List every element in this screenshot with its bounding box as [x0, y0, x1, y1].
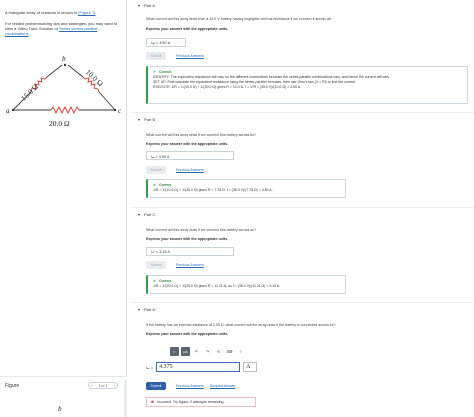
parts-panel: ▾ Part A What current will this array dr… [130, 0, 474, 417]
chevron-left-icon[interactable]: ‹ [91, 384, 92, 388]
figure-preview-label: b [58, 405, 62, 413]
check-icon: ✔ [153, 70, 156, 74]
part-d-submit-button[interactable]: Submit [146, 382, 166, 390]
reset-icon[interactable]: ⟲ [214, 347, 223, 356]
part-d-input-row: Iₘ = 4.375 A [146, 362, 258, 372]
part-d-feedback-text: Incorrect; Try Again; 2 attempts remaini… [157, 400, 224, 404]
part-d-previous-answers-link[interactable]: Previous Answers [176, 384, 204, 388]
part-b-submit-button[interactable]: Submit [146, 166, 166, 174]
divider [130, 302, 474, 303]
part-c-feedback-title: Correct [158, 279, 172, 283]
wire-b-right [67, 64, 84, 78]
wire-c-right [98, 91, 116, 111]
resistor-figure: a b c 15.0 Ω 10.0 Ω 20.0 Ω [5, 55, 127, 134]
pager-text: 1 of 1 [98, 383, 108, 388]
part-b-feedback: ✔ Correct 1/R = 1/(10.0 Ω) + 1/(35.0 Ω) g… [146, 179, 346, 198]
check-icon: ✔ [153, 279, 156, 283]
part-d-instruction: Express your answer with the appropriate… [146, 332, 229, 336]
part-b-question: What current will this array draw if we … [146, 133, 257, 137]
part-c-question: What current will this array draw if we … [146, 228, 257, 232]
part-b-answer: Iₘ = 4.50 A [146, 151, 234, 160]
label-b: b [62, 56, 66, 63]
part-b-feedback-title: Correct [158, 183, 172, 187]
label-a: a [6, 107, 10, 115]
label-c: c [118, 107, 122, 115]
resistor-ac [50, 105, 80, 115]
part-c-header[interactable]: ▾ Part C [138, 212, 155, 217]
part-d-header[interactable]: ▾ Part D [138, 307, 155, 312]
part-d-feedback: ✖ Incorrect; Try Again; 2 attempts remai… [146, 397, 256, 407]
part-b-instruction: Express your answer with the appropriate… [146, 142, 229, 146]
part-a-question: What current will this array draw from a… [146, 17, 332, 21]
caret-down-icon: ▾ [138, 212, 141, 217]
problem-panel: A triangular array of resistors is shown… [0, 0, 127, 417]
part-d-input-label: Iₘ = [146, 364, 154, 370]
scrollbar[interactable] [124, 380, 127, 417]
part-a-previous-answers-link[interactable]: Previous Answers [176, 54, 204, 58]
part-b-header[interactable]: ▾ Part B [138, 117, 155, 122]
templates-button[interactable]: ▪▫ [170, 347, 179, 356]
part-b-title: Part B [144, 117, 156, 122]
node-c [113, 108, 117, 112]
node-a [11, 108, 15, 112]
part-d-value-input[interactable]: 4.375 [156, 362, 241, 372]
part-a-submit-button[interactable]: Submit [146, 52, 166, 60]
part-d-question: If the battery has an internal resistanc… [146, 323, 336, 327]
undo-icon[interactable]: ↶ [192, 347, 201, 356]
node-b [63, 63, 67, 67]
problem-intro: A triangular array of resistors is shown… [5, 10, 121, 15]
figure-link[interactable]: (Figure 1) [78, 10, 95, 15]
part-c-feedback: ✔ Correct 1/R = 1/(20.0 Ω) + 1/(25.0 Ω) g… [146, 275, 346, 294]
part-a-feedback-title: Correct [158, 70, 172, 74]
part-c-solution: 1/R = 1/(20.0 Ω) + 1/(25.0 Ω) gives R = … [153, 284, 281, 288]
units-button[interactable]: μA [181, 347, 190, 356]
part-c-submit-button[interactable]: Submit [146, 261, 166, 269]
caret-down-icon: ▾ [138, 3, 141, 8]
intro-suffix: . [95, 10, 97, 15]
part-d-unit-input[interactable]: A [243, 362, 258, 372]
help-icon[interactable]: ? [236, 347, 245, 356]
caret-down-icon: ▾ [138, 307, 141, 312]
part-a-feedback: ✔ Correct IDENTIFY: The equivalent resist… [146, 66, 468, 104]
part-a-header[interactable]: ▾ Part A [138, 3, 155, 8]
part-c-previous-answers-link[interactable]: Previous Answers [176, 263, 204, 267]
part-c-answer: Iₐᶜ = 3.15 A [146, 247, 234, 256]
divider [130, 112, 474, 113]
part-a-instruction: Express your answer with the appropriate… [146, 27, 229, 31]
caret-down-icon: ▾ [138, 117, 141, 122]
divider [130, 207, 474, 208]
part-d-request-answer-link[interactable]: Request Answer [210, 384, 236, 388]
figure-pager[interactable]: ‹ 1 of 1 › [88, 382, 118, 389]
intro-text: A triangular array of resistors is shown… [5, 10, 78, 15]
figure-footer: Figure ‹ 1 of 1 › b [0, 376, 127, 417]
chevron-right-icon[interactable]: › [114, 384, 115, 388]
redo-icon[interactable]: ↷ [203, 347, 212, 356]
label-r-ac: 20.0 Ω [49, 119, 70, 128]
keyboard-icon[interactable]: ⌨ [225, 347, 234, 356]
part-d-title: Part D [144, 307, 156, 312]
math-toolbar: ▪▫ μA ↶ ↷ ⟲ ⌨ ? [170, 347, 245, 356]
check-icon: ✔ [153, 183, 156, 187]
wire-b-left [46, 64, 63, 78]
part-a-title: Part A [144, 3, 155, 8]
part-a-execute: EXECUTE: 1/R = 1/(15.0 Ω) + 1/(30.0 Ω) g… [153, 85, 302, 89]
part-c-instruction: Express your answer with the appropriate… [146, 237, 229, 241]
part-c-title: Part C [144, 212, 156, 217]
part-a-answer: Iₐᵦ = 3.50 A [146, 38, 186, 47]
part-b-solution: 1/R = 1/(10.0 Ω) + 1/(35.0 Ω) gives R = … [153, 188, 273, 192]
figure-label: Figure [5, 383, 20, 389]
close-icon: ✖ [151, 400, 155, 404]
video-tutor-hint: For related problemsolving tips and stra… [5, 21, 119, 37]
part-b-previous-answers-link[interactable]: Previous Answers [176, 168, 204, 172]
